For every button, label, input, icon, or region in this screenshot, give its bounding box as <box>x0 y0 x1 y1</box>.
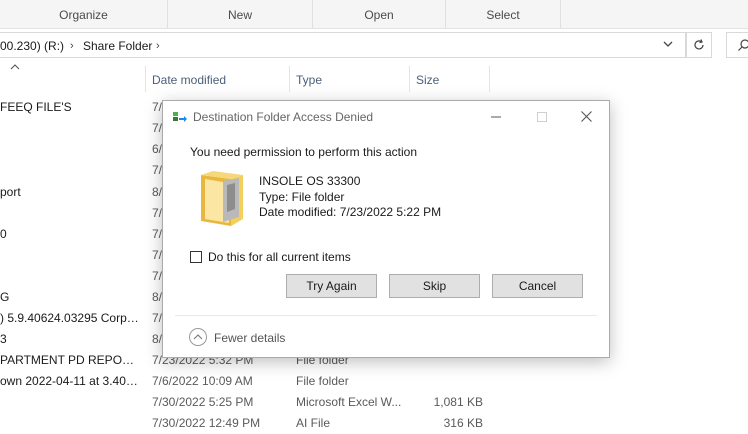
column-divider[interactable] <box>289 66 290 92</box>
column-divider[interactable] <box>409 66 410 92</box>
apply-to-all-label[interactable]: Do this for all current items <box>208 250 351 264</box>
column-header-type[interactable]: Type <box>296 68 322 92</box>
search-icon <box>738 39 748 51</box>
item-type: Type: File folder <box>259 190 345 204</box>
file-name: FEEQ FILE'S <box>0 100 72 114</box>
maximize-button[interactable] <box>519 101 565 133</box>
file-type: File folder <box>296 374 349 388</box>
chevron-up-circle-icon[interactable] <box>189 328 207 346</box>
file-date: 7/30/2022 5:25 PM <box>152 395 254 409</box>
column-header-size[interactable]: Size <box>416 68 439 92</box>
minimize-icon <box>491 116 501 118</box>
file-name: 3 <box>0 332 7 346</box>
minimize-button[interactable] <box>473 101 519 133</box>
breadcrumb-share-folder[interactable]: Share Folder <box>83 33 152 59</box>
file-type: Microsoft Excel W... <box>296 395 402 409</box>
file-type: AI File <box>296 416 331 430</box>
item-date-modified: Date modified: 7/23/2022 5:22 PM <box>259 205 442 219</box>
file-size: 316 KB <box>443 416 483 430</box>
file-date: 7/6/2022 10:09 AM <box>152 374 253 388</box>
search-input[interactable] <box>726 32 748 58</box>
address-bar[interactable]: 00.230) (R:) › Share Folder › <box>0 32 686 58</box>
chevron-right-icon[interactable]: › <box>156 33 160 59</box>
sort-ascending-icon <box>10 62 20 74</box>
dialog-message: You need permission to perform this acti… <box>190 145 418 159</box>
file-name: own 2022-04-11 at 3.40.4... <box>0 374 140 388</box>
item-name: INSOLE OS 33300 <box>259 174 361 188</box>
ribbon-group-open[interactable]: Open <box>313 0 446 28</box>
column-divider[interactable] <box>145 66 146 92</box>
ribbon-group-new[interactable]: New <box>168 0 313 28</box>
file-name: PARTMENT PD REPORTI... <box>0 353 140 367</box>
file-name: port <box>0 185 21 199</box>
maximize-icon <box>537 112 547 122</box>
file-name: 0 <box>0 227 7 241</box>
dialog-titlebar[interactable]: Destination Folder Access Denied <box>163 101 609 133</box>
file-row[interactable]: 7/30/2022 12:49 PM AI File 316 KB <box>0 413 520 434</box>
apply-to-all-checkbox[interactable] <box>190 251 202 263</box>
file-name: G <box>0 290 10 304</box>
column-header-date-modified[interactable]: Date modified <box>152 68 226 92</box>
folder-icon <box>201 171 243 226</box>
close-button[interactable] <box>563 101 609 133</box>
cancel-button[interactable]: Cancel <box>492 274 583 298</box>
file-date: 7/30/2022 12:49 PM <box>152 416 261 430</box>
dialog-divider <box>175 315 597 316</box>
file-row[interactable]: 7/30/2022 5:25 PM Microsoft Excel W... 1… <box>0 392 520 413</box>
file-row[interactable]: own 2022-04-11 at 3.40.4... 7/6/2022 10:… <box>0 371 520 392</box>
ribbon-group-select[interactable]: Select <box>446 0 561 28</box>
fewer-details-toggle[interactable]: Fewer details <box>214 331 285 345</box>
access-denied-dialog: Destination Folder Access Denied You nee… <box>162 100 610 358</box>
ribbon-group-organize[interactable]: Organize <box>0 0 168 28</box>
refresh-button[interactable] <box>686 32 712 58</box>
dialog-title: Destination Folder Access Denied <box>193 110 374 124</box>
refresh-icon <box>694 39 704 50</box>
breadcrumb-drive[interactable]: 00.230) (R:) <box>0 33 64 59</box>
address-row: 00.230) (R:) › Share Folder › <box>0 29 748 61</box>
column-divider[interactable] <box>489 66 490 92</box>
try-again-button[interactable]: Try Again <box>286 274 377 298</box>
close-icon <box>580 111 592 122</box>
file-name: ) 5.9.40624.03295 Corpor... <box>0 311 140 325</box>
skip-button[interactable]: Skip <box>389 274 480 298</box>
file-size: 1,081 KB <box>433 395 483 409</box>
chevron-right-icon[interactable]: › <box>70 33 74 59</box>
chevron-down-icon[interactable] <box>662 33 674 59</box>
file-transfer-icon <box>173 112 187 122</box>
ribbon-group-bar: Organize New Open Select <box>0 0 748 29</box>
